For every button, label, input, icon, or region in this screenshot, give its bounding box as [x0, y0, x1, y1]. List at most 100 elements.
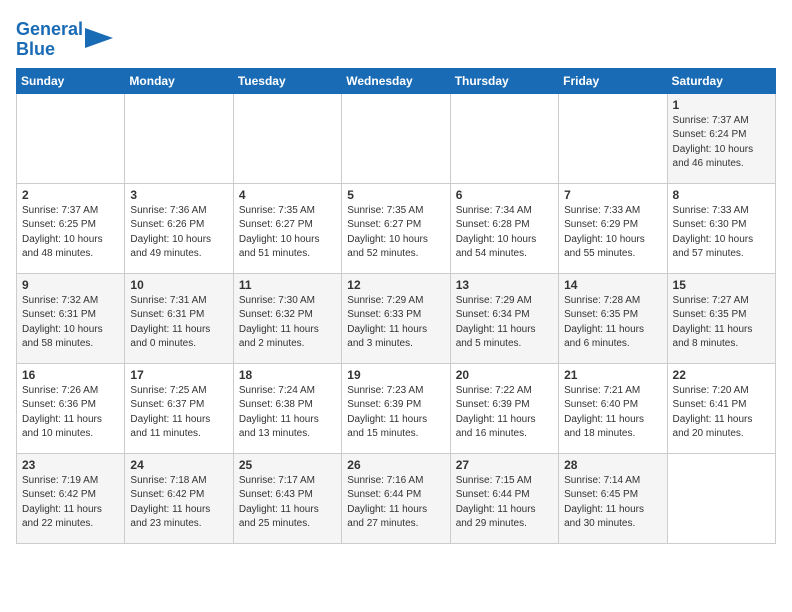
day-number: 24	[130, 458, 227, 472]
cell-info: Sunrise: 7:33 AM Sunset: 6:30 PM Dayligh…	[673, 204, 770, 262]
cell-info: Sunrise: 7:14 AM Sunset: 6:45 PM Dayligh…	[564, 474, 661, 532]
cell-info: Sunrise: 7:32 AM Sunset: 6:31 PM Dayligh…	[22, 294, 119, 352]
calendar-cell: 19 Sunrise: 7:23 AM Sunset: 6:39 PM Dayli…	[342, 363, 450, 453]
day-number: 19	[347, 368, 444, 382]
cell-info: Sunrise: 7:21 AM Sunset: 6:40 PM Dayligh…	[564, 384, 661, 442]
day-number: 26	[347, 458, 444, 472]
day-number: 27	[456, 458, 553, 472]
day-number: 11	[239, 278, 336, 292]
cell-info: Sunrise: 7:19 AM Sunset: 6:42 PM Dayligh…	[22, 474, 119, 532]
calendar-cell: 15 Sunrise: 7:27 AM Sunset: 6:35 PM Dayli…	[667, 273, 775, 363]
day-number: 25	[239, 458, 336, 472]
calendar-cell: 11 Sunrise: 7:30 AM Sunset: 6:32 PM Dayli…	[233, 273, 341, 363]
day-number: 6	[456, 188, 553, 202]
cell-info: Sunrise: 7:37 AM Sunset: 6:25 PM Dayligh…	[22, 204, 119, 262]
day-number: 12	[347, 278, 444, 292]
calendar-cell: 21 Sunrise: 7:21 AM Sunset: 6:40 PM Dayli…	[559, 363, 667, 453]
cell-info: Sunrise: 7:33 AM Sunset: 6:29 PM Dayligh…	[564, 204, 661, 262]
weekday-header: Wednesday	[342, 68, 450, 93]
weekday-header: Tuesday	[233, 68, 341, 93]
cell-info: Sunrise: 7:26 AM Sunset: 6:36 PM Dayligh…	[22, 384, 119, 442]
day-number: 9	[22, 278, 119, 292]
cell-info: Sunrise: 7:22 AM Sunset: 6:39 PM Dayligh…	[456, 384, 553, 442]
calendar-cell: 18 Sunrise: 7:24 AM Sunset: 6:38 PM Dayli…	[233, 363, 341, 453]
day-number: 20	[456, 368, 553, 382]
cell-info: Sunrise: 7:24 AM Sunset: 6:38 PM Dayligh…	[239, 384, 336, 442]
calendar-cell: 25 Sunrise: 7:17 AM Sunset: 6:43 PM Dayli…	[233, 453, 341, 543]
calendar-cell: 5 Sunrise: 7:35 AM Sunset: 6:27 PM Daylig…	[342, 183, 450, 273]
calendar-cell: 12 Sunrise: 7:29 AM Sunset: 6:33 PM Dayli…	[342, 273, 450, 363]
cell-info: Sunrise: 7:17 AM Sunset: 6:43 PM Dayligh…	[239, 474, 336, 532]
day-number: 23	[22, 458, 119, 472]
calendar-cell: 1 Sunrise: 7:37 AM Sunset: 6:24 PM Daylig…	[667, 93, 775, 183]
weekday-header: Saturday	[667, 68, 775, 93]
cell-info: Sunrise: 7:27 AM Sunset: 6:35 PM Dayligh…	[673, 294, 770, 352]
day-number: 10	[130, 278, 227, 292]
logo: GeneralBlue	[16, 20, 113, 60]
day-number: 5	[347, 188, 444, 202]
calendar-cell: 9 Sunrise: 7:32 AM Sunset: 6:31 PM Daylig…	[17, 273, 125, 363]
cell-info: Sunrise: 7:29 AM Sunset: 6:34 PM Dayligh…	[456, 294, 553, 352]
calendar-cell: 7 Sunrise: 7:33 AM Sunset: 6:29 PM Daylig…	[559, 183, 667, 273]
day-number: 4	[239, 188, 336, 202]
page-header: GeneralBlue	[16, 16, 776, 60]
day-number: 18	[239, 368, 336, 382]
calendar-cell: 26 Sunrise: 7:16 AM Sunset: 6:44 PM Dayli…	[342, 453, 450, 543]
calendar-cell	[342, 93, 450, 183]
cell-info: Sunrise: 7:16 AM Sunset: 6:44 PM Dayligh…	[347, 474, 444, 532]
weekday-header: Friday	[559, 68, 667, 93]
cell-info: Sunrise: 7:29 AM Sunset: 6:33 PM Dayligh…	[347, 294, 444, 352]
cell-info: Sunrise: 7:25 AM Sunset: 6:37 PM Dayligh…	[130, 384, 227, 442]
logo-text: GeneralBlue	[16, 20, 83, 60]
calendar-cell: 20 Sunrise: 7:22 AM Sunset: 6:39 PM Dayli…	[450, 363, 558, 453]
calendar-cell: 23 Sunrise: 7:19 AM Sunset: 6:42 PM Dayli…	[17, 453, 125, 543]
cell-info: Sunrise: 7:30 AM Sunset: 6:32 PM Dayligh…	[239, 294, 336, 352]
cell-info: Sunrise: 7:37 AM Sunset: 6:24 PM Dayligh…	[673, 114, 770, 172]
day-number: 1	[673, 98, 770, 112]
cell-info: Sunrise: 7:34 AM Sunset: 6:28 PM Dayligh…	[456, 204, 553, 262]
day-number: 22	[673, 368, 770, 382]
day-number: 8	[673, 188, 770, 202]
calendar-cell	[450, 93, 558, 183]
cell-info: Sunrise: 7:23 AM Sunset: 6:39 PM Dayligh…	[347, 384, 444, 442]
cell-info: Sunrise: 7:35 AM Sunset: 6:27 PM Dayligh…	[239, 204, 336, 262]
calendar-cell: 28 Sunrise: 7:14 AM Sunset: 6:45 PM Dayli…	[559, 453, 667, 543]
calendar-cell: 4 Sunrise: 7:35 AM Sunset: 6:27 PM Daylig…	[233, 183, 341, 273]
calendar-cell: 8 Sunrise: 7:33 AM Sunset: 6:30 PM Daylig…	[667, 183, 775, 273]
calendar-cell: 22 Sunrise: 7:20 AM Sunset: 6:41 PM Dayli…	[667, 363, 775, 453]
calendar-cell	[125, 93, 233, 183]
day-number: 3	[130, 188, 227, 202]
calendar-cell	[233, 93, 341, 183]
day-number: 14	[564, 278, 661, 292]
calendar-cell: 10 Sunrise: 7:31 AM Sunset: 6:31 PM Dayli…	[125, 273, 233, 363]
day-number: 13	[456, 278, 553, 292]
day-number: 16	[22, 368, 119, 382]
day-number: 7	[564, 188, 661, 202]
cell-info: Sunrise: 7:28 AM Sunset: 6:35 PM Dayligh…	[564, 294, 661, 352]
calendar-cell	[559, 93, 667, 183]
calendar-cell: 16 Sunrise: 7:26 AM Sunset: 6:36 PM Dayli…	[17, 363, 125, 453]
calendar-cell	[17, 93, 125, 183]
weekday-header: Thursday	[450, 68, 558, 93]
day-number: 28	[564, 458, 661, 472]
calendar-cell: 6 Sunrise: 7:34 AM Sunset: 6:28 PM Daylig…	[450, 183, 558, 273]
cell-info: Sunrise: 7:20 AM Sunset: 6:41 PM Dayligh…	[673, 384, 770, 442]
weekday-header: Sunday	[17, 68, 125, 93]
day-number: 15	[673, 278, 770, 292]
calendar-cell: 24 Sunrise: 7:18 AM Sunset: 6:42 PM Dayli…	[125, 453, 233, 543]
calendar-cell: 27 Sunrise: 7:15 AM Sunset: 6:44 PM Dayli…	[450, 453, 558, 543]
logo-icon	[85, 28, 113, 48]
calendar-cell: 2Sunrise: 7:37 AM Sunset: 6:25 PM Daylig…	[17, 183, 125, 273]
calendar-cell: 3Sunrise: 7:36 AM Sunset: 6:26 PM Daylig…	[125, 183, 233, 273]
day-number: 17	[130, 368, 227, 382]
calendar-cell	[667, 453, 775, 543]
calendar-cell: 13 Sunrise: 7:29 AM Sunset: 6:34 PM Dayli…	[450, 273, 558, 363]
cell-info: Sunrise: 7:31 AM Sunset: 6:31 PM Dayligh…	[130, 294, 227, 352]
day-number: 21	[564, 368, 661, 382]
calendar-cell: 14 Sunrise: 7:28 AM Sunset: 6:35 PM Dayli…	[559, 273, 667, 363]
cell-info: Sunrise: 7:15 AM Sunset: 6:44 PM Dayligh…	[456, 474, 553, 532]
calendar-cell: 17 Sunrise: 7:25 AM Sunset: 6:37 PM Dayli…	[125, 363, 233, 453]
weekday-header: Monday	[125, 68, 233, 93]
cell-info: Sunrise: 7:35 AM Sunset: 6:27 PM Dayligh…	[347, 204, 444, 262]
cell-info: Sunrise: 7:18 AM Sunset: 6:42 PM Dayligh…	[130, 474, 227, 532]
